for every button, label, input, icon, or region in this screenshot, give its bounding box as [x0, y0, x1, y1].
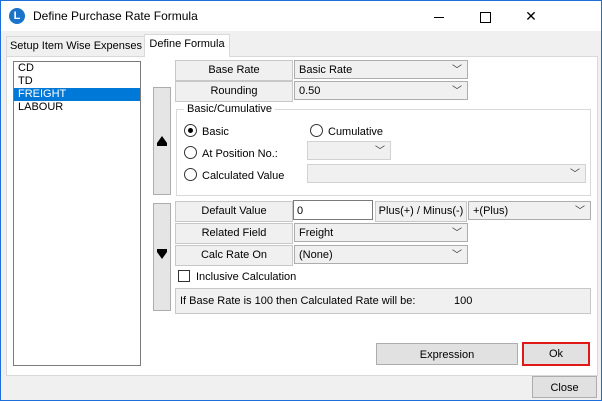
calc-rate-on-dropdown[interactable]: (None) ﹀	[294, 245, 468, 264]
minimize-button[interactable]	[416, 1, 462, 31]
info-value: 100	[454, 295, 473, 307]
minimize-icon	[434, 16, 444, 18]
maximize-button[interactable]	[462, 1, 508, 31]
related-field-value: Freight	[299, 227, 334, 239]
arrow-down-icon	[157, 249, 167, 259]
chevron-down-icon: ﹀	[570, 169, 580, 180]
maximize-icon	[479, 11, 491, 23]
radio-calculated-label: Calculated Value	[202, 170, 285, 182]
base-rate-dropdown[interactable]: Basic Rate ﹀	[294, 60, 468, 79]
inclusive-calculation-label: Inclusive Calculation	[196, 271, 297, 283]
list-item[interactable]: CD	[14, 62, 140, 75]
radio-cumulative-label: Cumulative	[328, 126, 384, 138]
window-title: Define Purchase Rate Formula	[33, 9, 198, 23]
app-logo-icon: L	[9, 8, 25, 24]
calculated-value-dropdown: ﹀	[307, 164, 586, 183]
expression-button[interactable]: Expression	[376, 343, 518, 365]
expense-listbox[interactable]: CD TD FREIGHT LABOUR	[13, 61, 141, 366]
default-value-input[interactable]: 0	[293, 200, 373, 220]
radio-basic[interactable]: Basic	[184, 124, 229, 139]
chevron-down-icon: ﹀	[452, 65, 462, 76]
title-bar[interactable]: L Define Purchase Rate Formula ✕	[1, 1, 601, 31]
chevron-down-icon: ﹀	[452, 228, 462, 239]
tab-define-formula[interactable]: Define Formula	[144, 34, 230, 57]
tab-setup-item-wise-expenses[interactable]: Setup Item Wise Expenses	[6, 36, 146, 56]
base-rate-value: Basic Rate	[299, 64, 353, 76]
related-field-dropdown[interactable]: Freight ﹀	[294, 223, 468, 242]
plus-minus-dropdown[interactable]: +(Plus) ﹀	[468, 201, 591, 220]
group-title: Basic/Cumulative	[184, 103, 275, 115]
chevron-down-icon: ﹀	[375, 146, 385, 157]
list-item[interactable]: LABOUR	[14, 101, 140, 114]
inclusive-calculation-checkbox[interactable]: Inclusive Calculation	[178, 270, 296, 284]
rounding-dropdown[interactable]: 0.50 ﹀	[294, 81, 468, 100]
calc-rate-on-value: (None)	[299, 249, 333, 261]
list-item[interactable]: FREIGHT	[14, 88, 140, 101]
move-down-button[interactable]	[153, 203, 171, 311]
list-item[interactable]: TD	[14, 75, 140, 88]
radio-empty-icon	[184, 168, 197, 181]
close-icon: ✕	[525, 8, 537, 24]
chevron-down-icon: ﹀	[575, 206, 585, 217]
info-text: If Base Rate is 100 then Calculated Rate…	[180, 295, 416, 307]
calculated-rate-info: If Base Rate is 100 then Calculated Rate…	[175, 288, 591, 314]
radio-at-position-label: At Position No.:	[202, 148, 278, 160]
rounding-label: Rounding	[175, 81, 293, 102]
arrow-up-icon	[157, 136, 167, 146]
close-window-button[interactable]: ✕	[508, 1, 554, 31]
move-up-button[interactable]	[153, 87, 171, 195]
ok-button[interactable]: Ok	[522, 342, 590, 366]
position-number-dropdown: ﹀	[307, 141, 391, 160]
radio-cumulative[interactable]: Cumulative	[310, 124, 383, 139]
chevron-down-icon: ﹀	[452, 250, 462, 261]
checkbox-empty-icon	[178, 270, 190, 282]
radio-calculated-value[interactable]: Calculated Value	[184, 168, 284, 183]
chevron-down-icon: ﹀	[452, 86, 462, 97]
base-rate-label: Base Rate	[175, 60, 293, 81]
dialog-window: L Define Purchase Rate Formula ✕ Setup I…	[0, 0, 602, 401]
calc-rate-on-label: Calc Rate On	[175, 245, 293, 266]
rounding-value: 0.50	[299, 85, 321, 97]
radio-selected-icon	[184, 124, 197, 137]
plus-minus-value: +(Plus)	[473, 205, 509, 217]
radio-empty-icon	[184, 146, 197, 159]
close-button[interactable]: Close	[532, 376, 597, 398]
radio-basic-label: Basic	[202, 126, 229, 138]
plus-minus-label: Plus(+) / Minus(-)	[375, 201, 467, 222]
radio-empty-icon	[310, 124, 323, 137]
default-value-label: Default Value	[175, 201, 293, 222]
radio-at-position[interactable]: At Position No.:	[184, 146, 278, 161]
related-field-label: Related Field	[175, 223, 293, 244]
